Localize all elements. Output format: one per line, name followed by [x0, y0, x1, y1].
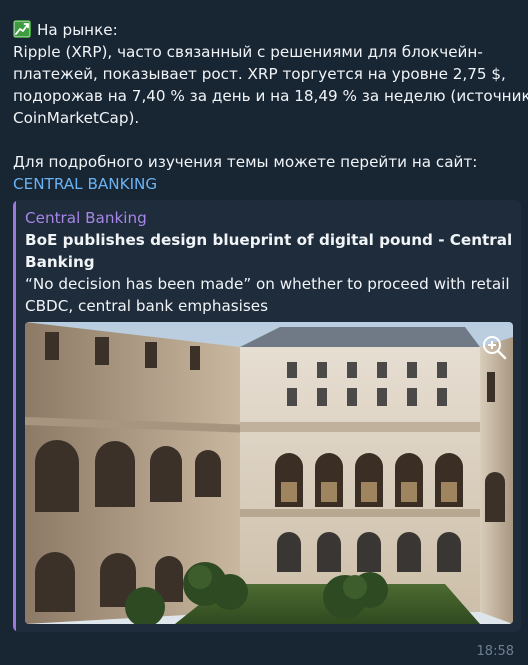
- message-line-3: подорожав на 7,40 % за день и на 18,49 %…: [13, 87, 528, 105]
- bank-of-england-courtyard-image: [25, 322, 513, 624]
- message-text: На рынке: Ripple (XRP), часто связанный …: [13, 19, 528, 195]
- preview-title: BoE publishes design blueprint of digita…: [25, 229, 515, 273]
- preview-site-name: Central Banking: [25, 209, 147, 227]
- preview-image[interactable]: [25, 322, 513, 624]
- central-banking-link[interactable]: CENTRAL BANKING: [13, 175, 157, 193]
- zoom-in-icon[interactable]: [479, 332, 509, 362]
- message-heading: На рынке:: [37, 21, 118, 39]
- message-line-2: платежей, показывает рост. XRP торгуется…: [13, 65, 506, 83]
- message-invite: Для подробного изучения темы можете пере…: [13, 153, 478, 171]
- preview-description: “No decision has been made” on whether t…: [25, 273, 515, 317]
- preview-accent-bar: [13, 200, 16, 632]
- preview-title-line-2: Banking: [25, 253, 95, 271]
- message-line-4: CoinMarketCap).: [13, 109, 140, 127]
- message-line-1: Ripple (XRP), часто связанный с решениям…: [13, 43, 483, 61]
- preview-description-line-1: “No decision has been made” on whether t…: [25, 275, 510, 293]
- chart-increasing-icon: [13, 20, 31, 38]
- message-bubble: На рынке: Ripple (XRP), часто связанный …: [0, 0, 528, 665]
- message-heading-line: На рынке:: [13, 19, 519, 41]
- link-preview-card[interactable]: Central Banking BoE publishes design blu…: [13, 200, 521, 632]
- message-timestamp: 18:58: [476, 644, 514, 659]
- preview-title-line-1: BoE publishes design blueprint of digita…: [25, 231, 513, 249]
- preview-description-line-2: CBDC, central bank emphasises: [25, 297, 269, 315]
